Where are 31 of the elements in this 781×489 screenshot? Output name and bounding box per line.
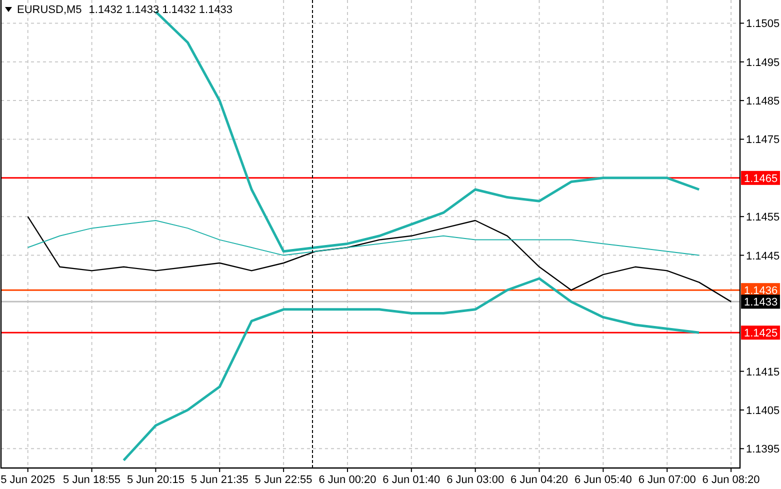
ref-line-label: 1.1436 [744,285,778,298]
x-axis-label: 5 Jun 18:55 [63,474,121,486]
x-axis-label: 5 Jun 2025 [0,474,56,486]
y-axis-label: 1.1475 [746,134,780,146]
ref-line-label: 1.1425 [744,328,778,340]
x-axis-label: 6 Jun 01:40 [382,474,440,486]
dropdown-icon[interactable] [5,7,12,12]
x-axis-label: 5 Jun 22:55 [254,474,312,486]
x-axis-label: 5 Jun 21:35 [190,474,248,486]
ref-line-label: 1.1433 [744,296,778,309]
y-axis-label: 1.1445 [746,250,780,262]
y-axis-label: 1.1395 [746,444,780,456]
y-axis-label: 1.1495 [746,56,780,69]
x-axis-label: 6 Jun 05:40 [574,474,632,486]
price-tag: 1.1433 [741,294,780,309]
y-axis-label: 1.1415 [746,366,780,378]
ref-line-label: 1.1465 [744,172,778,185]
symbol-label: EURUSD,M5 [17,4,82,16]
quote-text: 1.1432 1.1433 1.1432 1.1433 [88,4,233,16]
y-axis-label: 1.1455 [746,212,780,224]
x-axis-label: 6 Jun 07:00 [638,474,696,486]
x-axis-label: 6 Jun 00:20 [318,474,376,486]
price-tag: 1.1465 [741,170,780,185]
x-axis-label: 5 Jun 20:15 [126,474,184,486]
y-axis-label: 1.1485 [746,96,780,108]
price-tag: 1.1425 [741,326,780,340]
y-axis-label: 1.1405 [746,404,780,417]
x-axis-label: 6 Jun 04:20 [510,474,568,486]
x-axis-label: 6 Jun 03:00 [446,474,504,486]
x-axis-label: 6 Jun 08:20 [702,474,760,486]
y-axis-label: 1.1505 [746,18,780,30]
